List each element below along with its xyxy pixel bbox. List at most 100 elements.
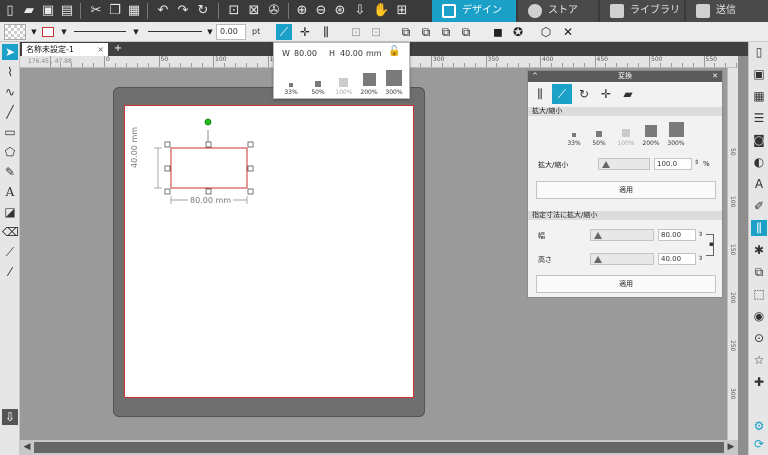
rotate-tab-icon[interactable]: ↻ (574, 84, 594, 104)
scroll-left-icon[interactable]: ◀ (20, 440, 34, 455)
tab-library[interactable]: ライブラリ (600, 0, 684, 22)
bring-front-icon[interactable]: ⧉ (398, 24, 414, 40)
height-slider[interactable] (590, 253, 654, 265)
zoom-fit-icon[interactable]: ⊛ (332, 3, 348, 19)
chevron-down-icon[interactable]: ▼ (26, 24, 42, 40)
arrange-2-icon[interactable]: ⊡ (368, 24, 384, 40)
add-tab-button[interactable]: + (112, 42, 124, 56)
page-setup-icon[interactable]: ▯ (751, 44, 767, 60)
print-icon[interactable]: ▤ (59, 3, 75, 19)
open-folder-icon[interactable]: ▰ (21, 3, 37, 19)
spin-arrows-icon[interactable]: ⇕ (698, 231, 703, 238)
chevron-down-icon[interactable]: ▼ (128, 24, 144, 40)
scroll-thumb[interactable] (34, 442, 724, 453)
panel-header[interactable]: ^ 変換 ✕ (528, 71, 722, 82)
fill-pattern-icon[interactable]: ▦ (751, 88, 767, 104)
puzzle-icon[interactable]: ✚ (751, 374, 767, 390)
line-width-field[interactable]: 0.00 (216, 24, 246, 40)
send-backward-icon[interactable]: ⧉ (438, 24, 454, 40)
align-tab-icon[interactable]: ⫼ (530, 84, 550, 104)
curve-icon[interactable]: ∿ (2, 84, 18, 100)
scale-slider[interactable] (598, 158, 650, 170)
send-back-icon[interactable]: ⧉ (458, 24, 474, 40)
scroll-right-icon[interactable]: ▶ (724, 440, 738, 455)
width-slider[interactable] (590, 229, 654, 241)
zoom-out-icon[interactable]: ⊖ (313, 3, 329, 19)
lock-icon[interactable]: 🔓 (388, 46, 400, 57)
add-page-icon[interactable]: ⊞ (394, 3, 410, 19)
apply-scale-button[interactable]: 適用 (536, 181, 716, 199)
trace-icon[interactable]: ✐ (751, 198, 767, 214)
spin-arrows-icon[interactable]: ⇕ (694, 159, 699, 166)
knife-2-icon[interactable]: ⟋ (2, 244, 18, 260)
arrange-icon[interactable]: ⊡ (348, 24, 364, 40)
star-icon[interactable]: ✪ (510, 24, 526, 40)
line-style-icon[interactable]: ☰ (751, 110, 767, 126)
scale-input[interactable]: 100.0 (654, 158, 692, 170)
copy-icon[interactable]: ❐ (107, 3, 123, 19)
layers-icon[interactable]: ⊙ (751, 330, 767, 346)
tab-send[interactable]: 送信 (686, 0, 768, 22)
cut-settings-icon[interactable]: ◉ (751, 308, 767, 324)
undo-icon[interactable]: ↶ (155, 3, 171, 19)
height-field[interactable]: 40.00 (340, 49, 363, 58)
close-tab-icon[interactable]: × (97, 43, 104, 56)
ungroup-icon[interactable]: ⊠ (246, 3, 262, 19)
contrast-icon[interactable]: ◐ (751, 154, 767, 170)
rectangle-icon[interactable]: ▭ (2, 124, 18, 140)
collapse-icon[interactable]: ^ (532, 71, 538, 82)
cut-icon[interactable]: ✂ (88, 3, 104, 19)
zoom-in-icon[interactable]: ⊕ (294, 3, 310, 19)
weld-icon[interactable]: ◼ (490, 24, 506, 40)
line-width-preview[interactable] (148, 31, 202, 32)
width-field[interactable]: 80.00 (294, 49, 317, 58)
move-down-icon[interactable]: ⇩ (352, 3, 368, 19)
text-icon[interactable]: A (2, 184, 18, 200)
scale-tab-icon[interactable]: ⟋ (552, 84, 572, 104)
group-icon[interactable]: ⊡ (226, 3, 242, 19)
fill-color-swatch[interactable] (4, 24, 26, 40)
replicate-panel-icon[interactable]: ✱ (751, 242, 767, 258)
new-file-icon[interactable]: ▯ (2, 3, 18, 19)
horizontal-scrollbar[interactable]: ◀ ▶ (20, 440, 738, 455)
pencil-icon[interactable]: ✎ (2, 164, 18, 180)
offset-icon[interactable]: ◙ (751, 132, 767, 148)
chevron-down-icon[interactable]: ▼ (56, 24, 72, 40)
settings-gear-icon[interactable]: ⚙ (751, 418, 767, 434)
scale-tool-icon[interactable]: ⟋ (276, 24, 292, 40)
image-icon[interactable]: ▣ (751, 66, 767, 82)
library-save-icon[interactable]: ⇩ (2, 409, 18, 425)
offset-panel-icon[interactable]: ⬚ (751, 286, 767, 302)
redo-icon[interactable]: ↷ (175, 3, 191, 19)
shear-tab-icon[interactable]: ▰ (618, 84, 638, 104)
apply-size-button[interactable]: 適用 (536, 275, 716, 293)
sync-icon[interactable]: ⟳ (751, 436, 767, 452)
lock-icon[interactable]: ▪ (709, 240, 714, 248)
3d-box-icon[interactable]: ⬡ (538, 24, 554, 40)
move-tab-icon[interactable]: ✛ (596, 84, 616, 104)
document-tab[interactable]: 名称未設定-1 × (22, 43, 108, 56)
line-color-swatch[interactable] (42, 27, 54, 37)
polygon-icon[interactable]: ⬠ (2, 144, 18, 160)
bring-forward-icon[interactable]: ⧉ (418, 24, 434, 40)
pan-hand-icon[interactable]: ✋ (373, 3, 389, 19)
eyedropper-icon[interactable]: ⁄ (2, 264, 18, 280)
paste-icon[interactable]: ▦ (126, 3, 142, 19)
close-icon[interactable]: ✕ (560, 24, 576, 40)
modify-icon[interactable]: ⧉ (751, 264, 767, 280)
close-icon[interactable]: ✕ (712, 71, 718, 82)
replicate-icon[interactable]: ✇ (266, 3, 282, 19)
tab-design[interactable]: デザイン (432, 0, 516, 22)
line-icon[interactable]: ╱ (2, 104, 18, 120)
rotate-icon[interactable]: ↻ (195, 3, 211, 19)
height-input[interactable]: 40.00 (658, 253, 696, 265)
align-icon[interactable]: ⫼ (318, 24, 334, 40)
tab-store[interactable]: ストア (518, 0, 598, 22)
eraser-icon[interactable]: ⌫ (2, 224, 19, 240)
save-icon[interactable]: ▣ (40, 3, 56, 19)
spin-arrows-icon[interactable]: ⇕ (698, 255, 703, 262)
move-icon[interactable]: ✛ (297, 24, 313, 40)
select-arrow-icon[interactable]: ➤ (2, 44, 18, 60)
text-style-icon[interactable]: A (751, 176, 767, 192)
knife-icon[interactable]: ◪ (2, 204, 18, 220)
